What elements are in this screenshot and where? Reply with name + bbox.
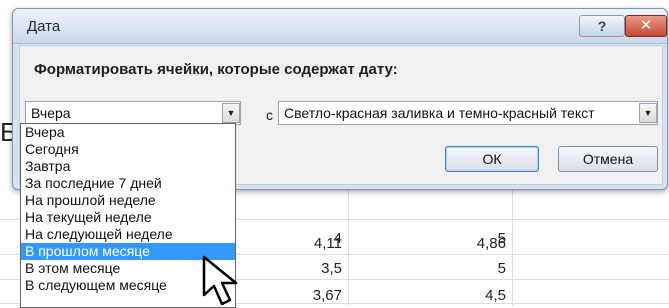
- dialog-titlebar[interactable]: Дата ? ✕: [13, 9, 667, 44]
- dropdown-option[interactable]: Завтра: [21, 158, 235, 175]
- format-select[interactable]: Светло-красная заливка и темно-красный т…: [278, 101, 658, 125]
- sheet-cell[interactable]: 5: [410, 257, 506, 281]
- sheet-cell[interactable]: 3,5: [250, 257, 342, 281]
- sheet-cell[interactable]: 4,5: [410, 284, 506, 308]
- cancel-button[interactable]: Отмена: [558, 146, 658, 172]
- dropdown-option[interactable]: На следующей неделе: [21, 226, 235, 243]
- date-condition-value: Вчера: [31, 105, 71, 121]
- date-condition-select[interactable]: Вчера ▼: [25, 101, 241, 125]
- mouse-pointer-icon: [202, 255, 238, 306]
- ok-button[interactable]: ОК: [445, 146, 539, 172]
- dropdown-option[interactable]: На текущей неделе: [21, 209, 235, 226]
- with-label: с: [266, 107, 273, 123]
- format-value: Светло-красная заливка и темно-красный т…: [284, 105, 595, 121]
- grid-line: [512, 190, 513, 306]
- grid-line: [348, 190, 349, 306]
- chevron-down-icon[interactable]: ▼: [639, 103, 657, 123]
- dropdown-option[interactable]: Сегодня: [21, 141, 235, 158]
- close-button[interactable]: ✕: [625, 15, 667, 37]
- dropdown-option[interactable]: Вчера: [21, 124, 235, 141]
- sheet-cell[interactable]: 4,11: [250, 232, 342, 256]
- sheet-cell[interactable]: 4,86: [410, 232, 506, 256]
- instruction-label: Форматировать ячейки, которые содержат д…: [34, 61, 398, 78]
- chevron-down-icon[interactable]: ▼: [222, 103, 240, 123]
- dropdown-option[interactable]: На прошлой неделе: [21, 192, 235, 209]
- dropdown-option[interactable]: За последние 7 дней: [21, 175, 235, 192]
- dialog-title: Дата: [27, 18, 61, 35]
- help-button[interactable]: ?: [579, 15, 625, 37]
- sheet-cell[interactable]: 3,67: [250, 284, 342, 308]
